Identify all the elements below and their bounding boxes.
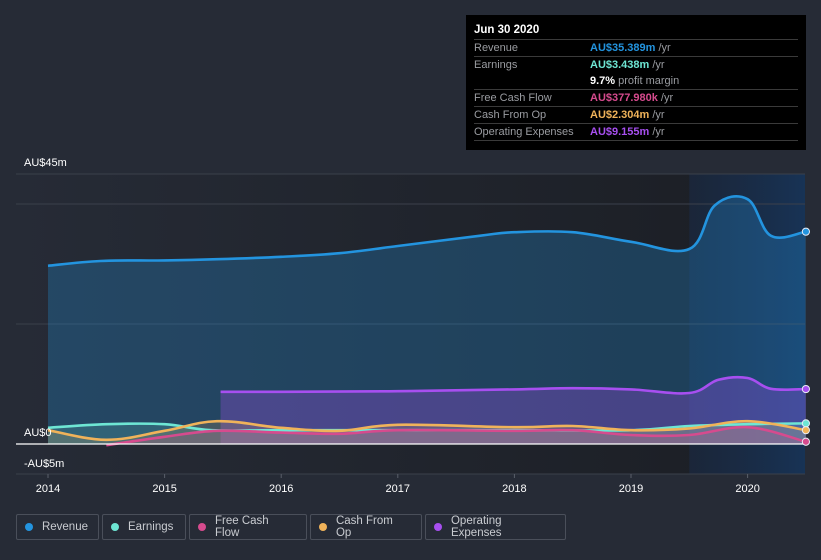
tooltip-row-earnings: Earnings AU$3.438m /yr: [474, 57, 798, 73]
tooltip-unit: /yr: [658, 42, 671, 54]
legend-item-free-cash-flow[interactable]: Free Cash Flow: [189, 514, 307, 540]
tooltip-unit: /yr: [660, 92, 674, 104]
earnings-dot-icon: [111, 523, 119, 531]
tooltip-value: 9.7%: [590, 75, 616, 87]
tooltip-label: Cash From Op: [474, 109, 547, 121]
tooltip-unit: /yr: [652, 126, 665, 138]
legend: Revenue Earnings Free Cash Flow Cash Fro…: [16, 514, 566, 540]
legend-item-cash-from-op[interactable]: Cash From Op: [310, 514, 422, 540]
legend-item-earnings[interactable]: Earnings: [102, 514, 186, 540]
revenue-dot-icon: [25, 523, 33, 531]
operating-expenses-dot-icon: [434, 523, 442, 531]
free-cash-flow-end-marker: [801, 437, 811, 446]
tooltip-row-cash-from-op: Cash From Op AU$2.304m /yr: [474, 107, 798, 124]
tooltip-value: AU$2.304m: [590, 109, 650, 121]
tooltip-date: Jun 30 2020: [474, 21, 798, 40]
legend-label: Earnings: [128, 521, 174, 533]
free-cash-flow-dot-icon: [198, 523, 206, 531]
legend-item-revenue[interactable]: Revenue: [16, 514, 99, 540]
x-tick-label: 2016: [269, 483, 293, 495]
tooltip-label: Earnings: [474, 59, 518, 71]
tooltip-label: Operating Expenses: [474, 126, 574, 138]
legend-label: Cash From Op: [335, 515, 393, 539]
legend-label: Free Cash Flow: [214, 515, 269, 539]
x-tick-label: 2020: [735, 483, 759, 495]
operating-expenses-end-marker: [801, 384, 811, 394]
x-tick-label: 2019: [619, 483, 643, 495]
tooltip-unit: profit margin: [618, 75, 680, 87]
y-tick-label: -AU$5m: [24, 458, 64, 470]
legend-label: Operating Expenses: [450, 515, 502, 539]
revenue-end-marker: [801, 227, 811, 236]
legend-item-operating-expenses[interactable]: Operating Expenses: [425, 514, 566, 540]
tooltip-value: AU$377.980k: [590, 92, 658, 104]
tooltip-label: Free Cash Flow: [474, 92, 552, 104]
y-tick-label: AU$45m: [24, 157, 67, 169]
tooltip-unit: /yr: [652, 59, 665, 71]
x-tick-label: 2014: [36, 483, 60, 495]
tooltip-value: AU$3.438m: [590, 59, 650, 71]
tooltip-value: AU$9.155m: [590, 126, 650, 138]
tooltip-row-profit-margin: 9.7% profit margin: [474, 73, 798, 90]
legend-label: Revenue: [41, 521, 88, 533]
tooltip-label: [474, 73, 590, 89]
x-tick-label: 2017: [386, 483, 410, 495]
tooltip-label: Revenue: [474, 42, 519, 54]
x-axis: 2014 2015 2016 2017 2018 2019 2020: [36, 474, 760, 495]
earnings-end-marker: [801, 419, 811, 428]
tooltip-panel: Jun 30 2020 Revenue AU$35.389m /yr Earni…: [466, 15, 806, 150]
y-tick-label: AU$0: [24, 427, 52, 439]
x-tick-label: 2018: [502, 483, 526, 495]
tooltip-row-operating-expenses: Operating Expenses AU$9.155m /yr: [474, 124, 798, 141]
x-tick-label: 2015: [152, 483, 176, 495]
cash-from-op-dot-icon: [319, 523, 327, 531]
tooltip-value: AU$35.389m: [590, 42, 656, 54]
tooltip-row-revenue: Revenue AU$35.389m /yr: [474, 40, 798, 57]
tooltip-row-free-cash-flow: Free Cash Flow AU$377.980k /yr: [474, 90, 798, 107]
tooltip-unit: /yr: [652, 109, 665, 121]
cash-from-op-end-marker: [801, 426, 811, 435]
